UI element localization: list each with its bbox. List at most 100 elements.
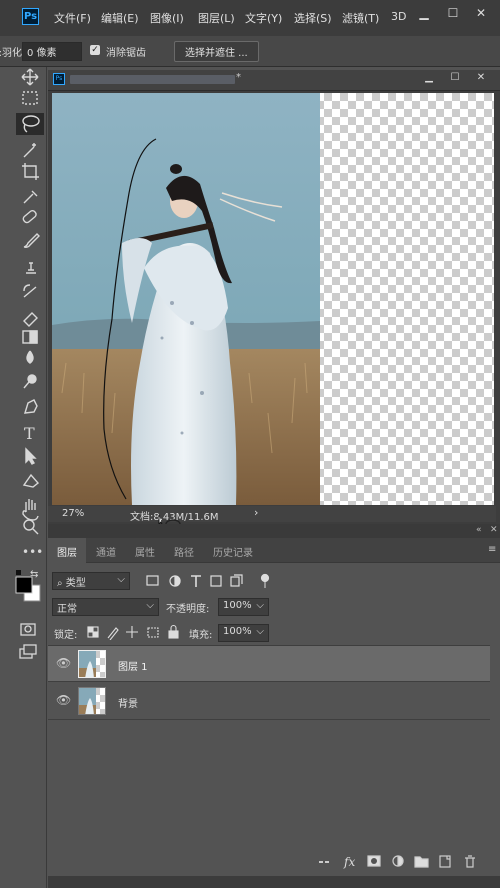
panel-dock-gap (48, 524, 500, 538)
tab-channels[interactable]: 通道 (96, 544, 116, 559)
status-menu-arrow[interactable]: › (254, 506, 258, 519)
feather-label: 羽化: (0, 48, 22, 59)
eyedropper-tool-icon (23, 190, 38, 204)
new-layer-icon (439, 855, 451, 868)
tab-properties[interactable]: 属性 (135, 544, 155, 559)
chevron-down-icon: ⌵ (117, 574, 125, 585)
marquee-tool-icon (22, 91, 38, 105)
canvas-image (52, 93, 494, 505)
antialias-label: 消除锯齿 (106, 48, 146, 59)
layer-name[interactable]: 图层 1 (118, 658, 148, 673)
minimize-icon[interactable]: ▁ (411, 3, 437, 23)
select-and-mask-button[interactable]: 选择并遮住 ... (174, 41, 259, 62)
tab-paths[interactable]: 路径 (174, 544, 194, 559)
menu-edit[interactable]: 编辑(E) (101, 10, 139, 26)
menu-select[interactable]: 选择(S) (294, 10, 332, 26)
panel-close-icon[interactable]: ✕ (490, 525, 498, 535)
move-tool-icon (21, 68, 39, 86)
chevron-down-icon: ⌵ (256, 600, 264, 611)
fill-label: 填充: (189, 630, 213, 641)
filter-toggle-icon (260, 573, 270, 583)
layer-row-background[interactable]: 👁 背景 (48, 682, 490, 720)
delete-layer-icon (465, 855, 475, 868)
lock-icons (87, 624, 179, 640)
default-colors-icon (16, 570, 21, 575)
doc-close-icon[interactable]: ✕ (468, 70, 494, 86)
filter-pixel-icon (146, 575, 159, 586)
filter-type-icon (191, 575, 201, 587)
hand-tool-icon (22, 499, 39, 521)
feather-input[interactable]: 0 像素 (22, 42, 82, 61)
opacity-value: 100% (223, 600, 252, 611)
history-brush-tool-icon (23, 284, 37, 298)
healing-brush-tool-icon (22, 209, 37, 224)
blend-mode-value: 正常 (57, 604, 77, 615)
fill-input[interactable]: 100% ⌵ (218, 624, 269, 642)
filter-kind-label: 类型 (65, 578, 86, 589)
doc-minimize-icon[interactable]: ▁ (416, 70, 442, 86)
filter-smart-object-icon (230, 576, 240, 587)
antialias-checkbox[interactable]: ✓ (90, 45, 100, 55)
filter-kind-dropdown[interactable]: ⌕ 类型 ⌵ (52, 572, 130, 590)
menu-filter[interactable]: 滤镜(T) (342, 10, 379, 26)
doc-ps-icon: Ps (53, 73, 65, 85)
brush-tool-icon (23, 233, 40, 248)
clone-stamp-tool-icon (26, 262, 36, 274)
new-group-icon (414, 856, 429, 868)
layer-name[interactable]: 背景 (118, 695, 138, 710)
lock-image-icon (107, 627, 119, 640)
photoshop-logo: Ps (22, 8, 39, 25)
menu-file[interactable]: 文件(F) (54, 10, 91, 26)
document-title (70, 75, 235, 84)
menu-layer[interactable]: 图层(L) (198, 10, 235, 26)
crop-tool-icon (22, 163, 39, 180)
tab-layers[interactable]: 图层 (57, 544, 77, 559)
status-bar (48, 506, 496, 522)
menu-image[interactable]: 图像(I) (150, 10, 184, 26)
zoom-level[interactable]: 27% (62, 508, 84, 519)
blur-tool-icon (26, 350, 34, 364)
menu-type[interactable]: 文字(Y) (245, 10, 282, 26)
tool-icons: T ••• ⇆ (15, 68, 44, 659)
gradient-tool-icon (22, 330, 38, 344)
type-tool-icon: T (24, 424, 35, 443)
panel-menu-icon[interactable]: ≡ (488, 544, 496, 555)
fill-value: 100% (223, 626, 252, 637)
lock-position-icon (126, 626, 138, 638)
maximize-icon[interactable]: ☐ (440, 3, 466, 23)
search-icon: ⌕ (57, 578, 63, 589)
eye-icon[interactable]: 👁 (56, 656, 71, 670)
layer-thumbnail (78, 650, 106, 678)
pen-tool-icon (24, 399, 38, 414)
panel-footer-strip (48, 876, 500, 888)
menu-3d[interactable]: 3D (391, 10, 406, 23)
filter-icons (146, 573, 270, 588)
shape-tool-icon (22, 473, 40, 488)
zoom-tool-icon (23, 519, 39, 535)
lock-artboard-icon (147, 627, 159, 638)
more-tools-icon: ••• (22, 545, 43, 559)
doc-maximize-icon[interactable]: ☐ (442, 70, 468, 86)
close-icon[interactable]: ✕ (468, 3, 494, 23)
blend-mode-dropdown[interactable]: 正常 ⌵ (52, 598, 159, 616)
canvas[interactable] (52, 93, 494, 505)
layer-actions: fx (319, 855, 475, 869)
chevron-down-icon: ⌵ (256, 626, 264, 637)
fx-icon: fx (343, 855, 355, 869)
lock-all-icon (168, 630, 179, 639)
layer-row-layer1[interactable]: 👁 图层 1 (48, 646, 490, 682)
eye-icon[interactable]: 👁 (56, 693, 71, 707)
filter-shape-icon (210, 575, 222, 587)
path-selection-tool-icon (25, 447, 37, 465)
tab-history[interactable]: 历史记录 (213, 544, 253, 559)
unsaved-marker: * (236, 72, 241, 83)
eraser-tool-icon (23, 312, 38, 327)
chevron-down-icon: ⌵ (146, 600, 154, 611)
foreground-color-swatch (15, 576, 33, 594)
magic-wand-tool-icon (23, 143, 36, 158)
lock-label: 锁定: (54, 630, 78, 641)
collapse-icon[interactable]: « (476, 525, 482, 535)
layer-thumbnail (78, 687, 106, 715)
opacity-label: 不透明度: (166, 604, 210, 615)
opacity-input[interactable]: 100% ⌵ (218, 598, 269, 616)
